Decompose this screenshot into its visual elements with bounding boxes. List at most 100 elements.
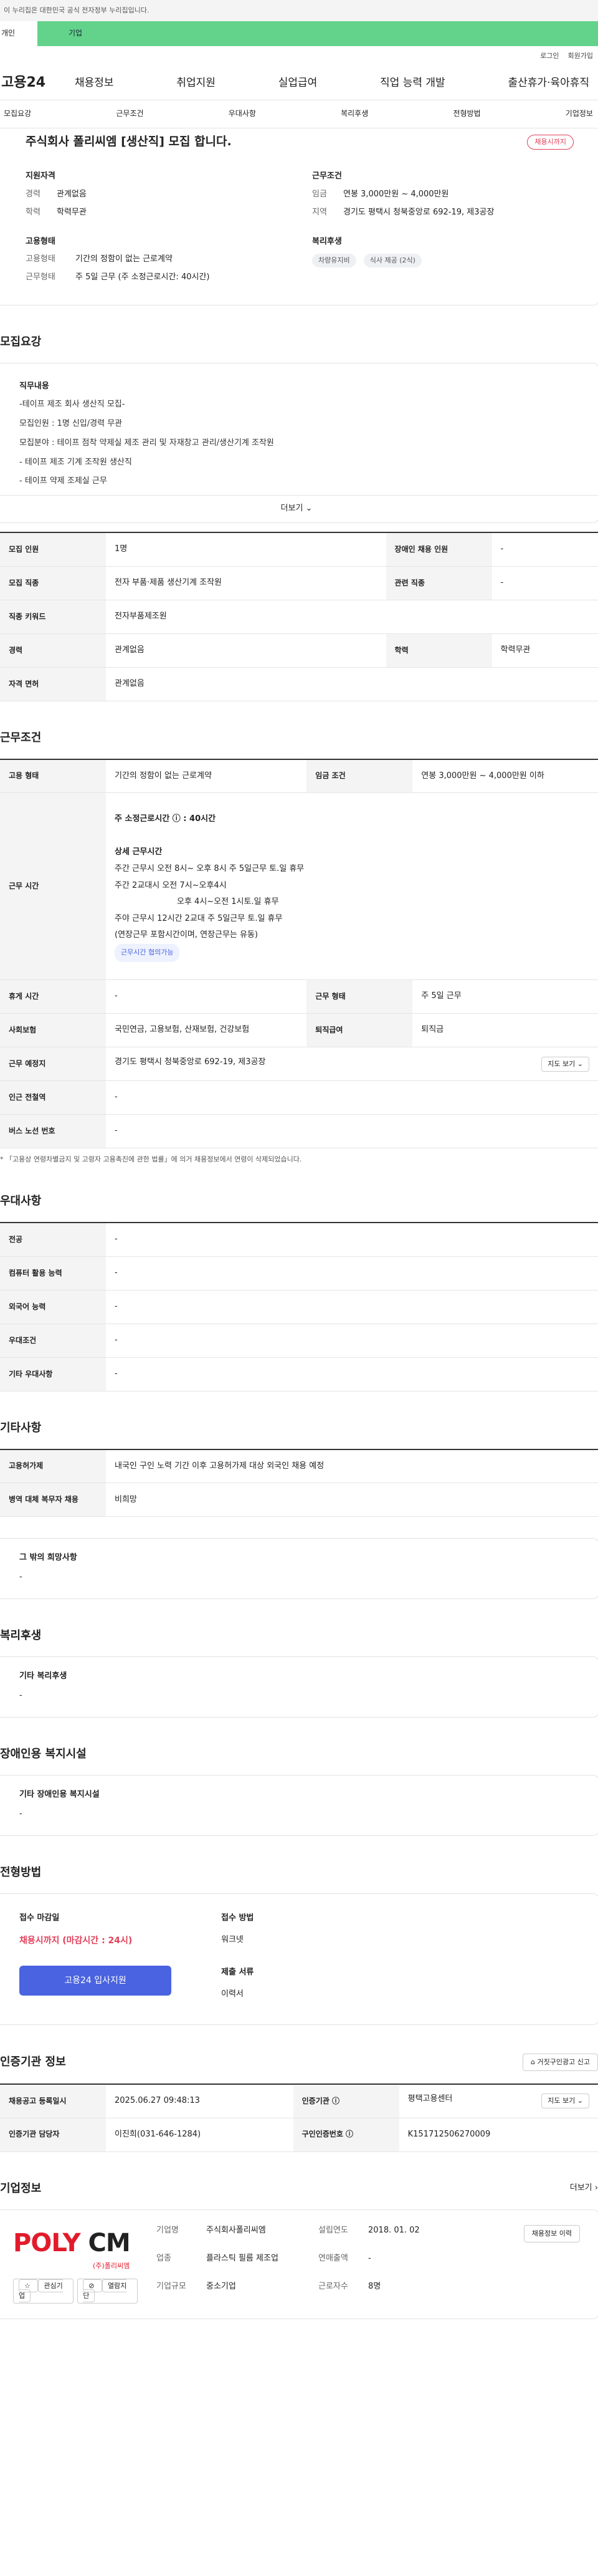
label: 업종: [156, 2253, 171, 2263]
block-button[interactable]: ⊘ 열람지단: [77, 2278, 138, 2304]
gnb-item[interactable]: 채용정보: [75, 75, 114, 91]
table-row: 병역 대체 복무자 채용 비희망: [0, 1483, 598, 1517]
th: 퇴직급여: [306, 1013, 413, 1048]
cert-map-button[interactable]: 지도 보기 ⌄: [541, 2093, 589, 2109]
label: 학력: [26, 207, 40, 217]
table-row: 우대조건 -: [0, 1324, 598, 1358]
other-heading: 그 밖의 희망사항: [19, 1553, 77, 1563]
tab-personal[interactable]: 개인: [0, 21, 37, 46]
th: 근무 형태: [306, 979, 413, 1014]
etc-table: 고용허가제 내국인 구인 노력 기간 이후 고용허가제 대상 외국인 채용 예정 …: [0, 1448, 598, 1517]
hours-line: 주간 2교대시 오전 7시~오후4시: [115, 880, 227, 890]
job-history-button[interactable]: 채용정보 이력: [523, 2224, 580, 2242]
site-logo[interactable]: 고용24: [0, 73, 75, 93]
tab-company[interactable]: 기업정보: [566, 108, 593, 119]
method-value: 워크넷: [221, 1934, 244, 1944]
pref-table: 전공 - 컴퓨터 활용 능력 - 외국어 능력 - 우대조건 - 기타 우대사항 -: [0, 1222, 598, 1391]
tab-company[interactable]: 기업: [37, 21, 598, 46]
company-more-link[interactable]: 더보기 ›: [570, 2183, 598, 2194]
table-row: 채용공고 등록일시 2025.06.27 09:48:13 인증기관 ⓘ 평택고용센터…: [0, 2084, 598, 2118]
disability-card: 기타 장애인용 복지시설 -: [0, 1775, 598, 1836]
gnb-item[interactable]: 직업 능력 개발: [380, 75, 445, 91]
td: 경기도 평택시 청북중앙로 692-19, 제3공장 지도 보기 ⌄: [106, 1047, 598, 1082]
gnb-item[interactable]: 취업지원: [176, 75, 216, 91]
deadline-badge: 채용시까지: [527, 135, 574, 150]
value: -: [368, 2253, 371, 2263]
th: 전공: [0, 1223, 106, 1257]
cond-heading: 근무조건: [312, 171, 342, 181]
th: 우대조건: [0, 1324, 106, 1358]
more-button[interactable]: 더보기 ⌄: [0, 495, 598, 522]
section-tabs: 모집요강 근무조건 우대사항 복리후생 전형방법 기업정보: [0, 100, 598, 128]
table-row: 전공 -: [0, 1223, 598, 1257]
cert-header: 인증기관 정보 ⌂ 거짓구인광고 신고: [0, 2054, 598, 2072]
td: 1명: [106, 532, 386, 567]
td: -: [106, 1324, 598, 1358]
cert-table: 채용공고 등록일시 2025.06.27 09:48:13 인증기관 ⓘ 평택고용센터…: [0, 2083, 598, 2152]
table-row: 모집 직종 전자 부품·제품 생산기계 조작원 관련 직종 -: [0, 566, 598, 600]
th: 컴퓨터 활용 능력: [0, 1256, 106, 1290]
th: 인증기관 담당자: [0, 2118, 106, 2152]
welfare-card: 기타 복리후생 -: [0, 1656, 598, 1718]
disability-title: 장애인용 복지시설: [0, 1747, 87, 1761]
company-logo: POLY CM (주)폴리씨엠 ☆ 관심기업 ⊘ 열람지단: [13, 2225, 138, 2304]
welfare-tag: 차량유지비: [312, 254, 356, 268]
tab-pref[interactable]: 우대사항: [229, 108, 256, 119]
cert-value: 평택고용센터: [407, 2094, 453, 2104]
td: -: [106, 1256, 598, 1290]
login-link[interactable]: 로그인: [540, 51, 559, 61]
welfare-heading2: 기타 복리후생: [19, 1671, 67, 1681]
table-row: 휴게 시간 - 근무 형태 주 5일 근무: [0, 979, 598, 1014]
table-row: 근무 시간 주 소정근로시간 ⓘ : 40시간 상세 근무시간 주간 근무시 오…: [0, 792, 598, 981]
tab-selection[interactable]: 전형방법: [453, 108, 480, 119]
value: 학력무관: [57, 207, 87, 217]
company-header: 기업정보 더보기 ›: [0, 2181, 598, 2197]
duty-line: -테이프 제조 회사 생산직 모집-: [19, 400, 125, 409]
gnb-item[interactable]: 실업급여: [278, 75, 318, 91]
more-label: 더보기: [569, 2183, 592, 2193]
etc-title: 기타사항: [0, 1421, 42, 1435]
td: 전자 부품·제품 생산기계 조작원: [106, 566, 386, 600]
th: 외국어 능력: [0, 1290, 106, 1324]
duty-line: 모집인원 : 1명 신입/경력 무관: [19, 418, 123, 428]
apply-button[interactable]: 고용24 입사지원: [19, 1965, 171, 1996]
welfare-value: -: [19, 1691, 22, 1701]
other-value: -: [19, 1572, 22, 1582]
method-heading: 접수 방법: [221, 1913, 254, 1923]
map-button[interactable]: 지도 보기 ⌄: [541, 1056, 589, 1072]
company-title: 기업정보: [0, 2181, 42, 2195]
td: 비희망: [106, 1483, 598, 1517]
cert-title: 인증기관 정보: [0, 2055, 66, 2069]
qual-heading: 지원자격: [26, 171, 55, 181]
th: 장애인 채용 인원: [386, 532, 492, 567]
favorite-button[interactable]: ☆ 관심기업: [13, 2278, 74, 2304]
value: 플라스틱 필름 제조업: [206, 2253, 278, 2263]
signup-link[interactable]: 회원가입: [568, 51, 593, 61]
map-label: 지도 보기: [548, 2097, 576, 2105]
td: -: [106, 1223, 598, 1257]
label: 근로자수: [318, 2282, 348, 2292]
tab-work[interactable]: 근무조건: [116, 108, 143, 119]
hours-line: 오후 4시~오전 1시토.일 휴무: [177, 897, 279, 907]
tab-recruit[interactable]: 모집요강: [4, 108, 31, 119]
td: 퇴직금: [412, 1013, 598, 1048]
map-label: 지도 보기: [548, 1059, 576, 1068]
gnb-item[interactable]: 출산휴가·육아휴직: [508, 75, 589, 91]
td: 평택고용센터 지도 보기 ⌄: [399, 2084, 598, 2118]
deadline-value: 채용시까지 (마감시간 : 24시): [19, 1935, 133, 1946]
tab-welfare[interactable]: 복리후생: [341, 108, 368, 119]
td: 국민연금, 고용보험, 산재보험, 건강보험: [106, 1013, 307, 1048]
td: 기간의 정함이 없는 근로계약: [106, 759, 307, 794]
th: 학력: [386, 633, 492, 668]
hours-line: [115, 828, 589, 845]
report-button[interactable]: ⌂ 거짓구인광고 신고: [523, 2054, 598, 2072]
pref-title: 우대사항: [0, 1194, 42, 1208]
th: 직종 키워드: [0, 600, 106, 634]
value: 관계없음: [57, 189, 87, 199]
label: 기업명: [156, 2225, 179, 2235]
value: 기간의 정함이 없는 근로계약: [75, 254, 173, 264]
company-info: 기업명 주식회사폴리씨엠 설립연도 2018. 01. 02 업종 플라스틱 필름 제조…: [156, 2225, 505, 2304]
td: 관계없음: [106, 667, 598, 701]
gov-banner: 이 누리집은 대한민국 공식 전자정부 누리집입니다.: [0, 0, 598, 21]
chevron-down-icon: ⌄: [577, 2097, 583, 2105]
